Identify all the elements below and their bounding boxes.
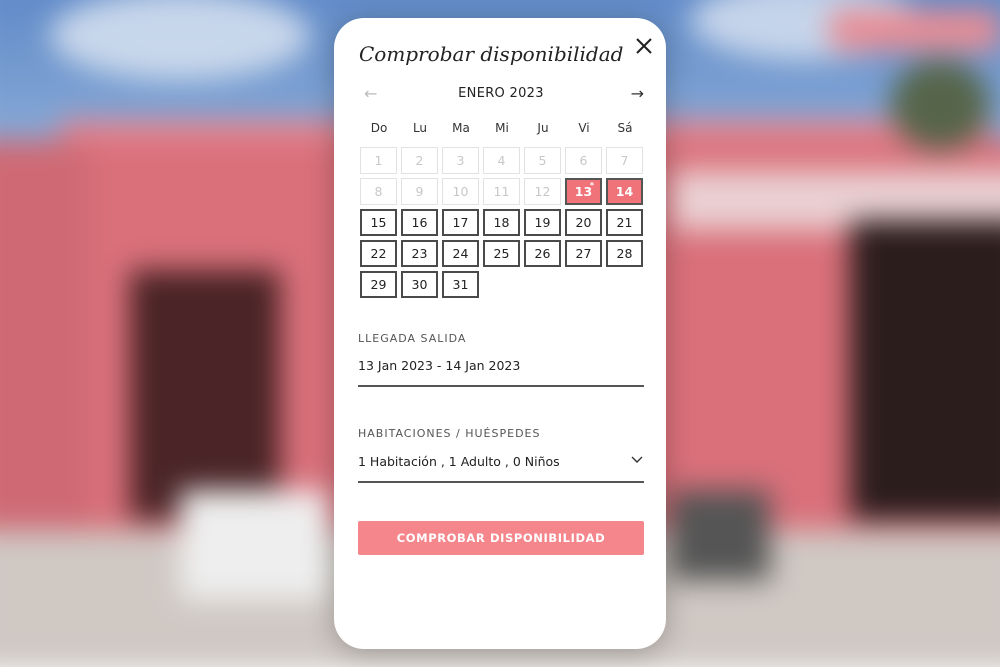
calendar-header: ← ENERO 2023 → (358, 84, 644, 104)
weekday-label: Vi (578, 121, 590, 135)
day-number: 23 (411, 246, 428, 261)
calendar-day[interactable]: 14 (606, 178, 643, 205)
calendar-day: 5 (524, 147, 561, 174)
arrow-right-icon[interactable]: → (631, 84, 644, 103)
day-number: 12 (534, 184, 551, 199)
calendar-day: 8 (360, 178, 397, 205)
calendar-day: 6 (565, 147, 602, 174)
calendar-day[interactable]: 31 (442, 271, 479, 298)
weekday-label: Mi (495, 121, 509, 135)
dates-divider (358, 385, 644, 387)
day-number: 5 (538, 153, 547, 168)
calendar-day[interactable]: 16 (401, 209, 438, 236)
day-number: 22 (370, 246, 387, 261)
day-number: 11 (493, 184, 510, 199)
day-number: 24 (452, 246, 469, 261)
calendar-day: 1 (360, 147, 397, 174)
day-number: 31 (452, 277, 469, 292)
weekday-label: Sá (617, 121, 633, 135)
guests-select[interactable]: 1 Habitación , 1 Adulto , 0 Niños (358, 454, 560, 469)
weekday-label: Lu (412, 121, 428, 135)
modal-title: Comprobar disponibilidad (359, 42, 624, 66)
calendar-day: 7 (606, 147, 643, 174)
calendar-grid: 1 2 3 4 5 6 7 8 9 10 11 12 13 * 14 15 16 17 18 19 20 21 22 23 24… (360, 147, 647, 298)
day-number: 6 (579, 153, 588, 168)
day-number: 19 (534, 215, 551, 230)
calendar-day[interactable]: 20 (565, 209, 602, 236)
calendar-day[interactable]: 21 (606, 209, 643, 236)
calendar-day: 10 (442, 178, 479, 205)
calendar-day[interactable]: 18 (483, 209, 520, 236)
calendar-day: 11 (483, 178, 520, 205)
guests-label: HABITACIONES / HUÉSPEDES (358, 427, 541, 440)
calendar-day[interactable]: 17 (442, 209, 479, 236)
day-marker: * (589, 181, 594, 190)
day-number: 30 (411, 277, 428, 292)
calendar-day[interactable]: 15 (360, 209, 397, 236)
calendar-day[interactable]: 25 (483, 240, 520, 267)
calendar-day[interactable]: 22 (360, 240, 397, 267)
calendar-day[interactable]: 27 (565, 240, 602, 267)
dates-label: LLEGADA SALIDA (358, 332, 467, 345)
calendar-day[interactable]: 19 (524, 209, 561, 236)
calendar-day: 3 (442, 147, 479, 174)
day-number: 1 (374, 153, 383, 168)
day-number: 16 (411, 215, 428, 230)
day-number: 21 (616, 215, 633, 230)
calendar-day: 4 (483, 147, 520, 174)
day-number: 8 (374, 184, 383, 199)
calendar-day: 12 (524, 178, 561, 205)
calendar-day[interactable]: 26 (524, 240, 561, 267)
day-number: 29 (370, 277, 387, 292)
weekday-label: Ju (537, 121, 549, 135)
check-availability-button[interactable]: COMPROBAR DISPONIBILIDAD (358, 521, 644, 555)
calendar-day[interactable]: 23 (401, 240, 438, 267)
calendar-day[interactable]: 29 (360, 271, 397, 298)
day-number: 18 (493, 215, 510, 230)
day-number: 2 (415, 153, 424, 168)
day-number: 4 (497, 153, 506, 168)
calendar-day[interactable]: 28 (606, 240, 643, 267)
close-icon[interactable] (632, 34, 656, 58)
day-number: 17 (452, 215, 469, 230)
day-number: 20 (575, 215, 592, 230)
chevron-down-icon[interactable] (630, 452, 644, 466)
calendar-day[interactable]: 30 (401, 271, 438, 298)
calendar-day: 9 (401, 178, 438, 205)
month-label: ENERO 2023 (458, 86, 544, 101)
calendar-day[interactable]: 13 * (565, 178, 602, 205)
day-number: 14 (615, 184, 634, 199)
availability-modal: Comprobar disponibilidad ← ENERO 2023 → … (334, 18, 666, 649)
day-number: 26 (534, 246, 551, 261)
day-number: 3 (456, 153, 465, 168)
day-number: 27 (575, 246, 592, 261)
day-number: 10 (452, 184, 469, 199)
day-number: 9 (415, 184, 424, 199)
weekday-label: Ma (452, 121, 470, 135)
weekday-row: Do Lu Ma Mi Ju Vi Sá (360, 121, 647, 135)
guests-divider (358, 481, 644, 483)
day-number: 7 (620, 153, 629, 168)
calendar-day[interactable]: 24 (442, 240, 479, 267)
calendar-day: 2 (401, 147, 438, 174)
weekday-label: Do (370, 121, 388, 135)
dates-field[interactable]: 13 Jan 2023 - 14 Jan 2023 (358, 358, 520, 373)
day-number: 15 (370, 215, 387, 230)
day-number: 28 (616, 246, 633, 261)
day-number: 25 (493, 246, 510, 261)
